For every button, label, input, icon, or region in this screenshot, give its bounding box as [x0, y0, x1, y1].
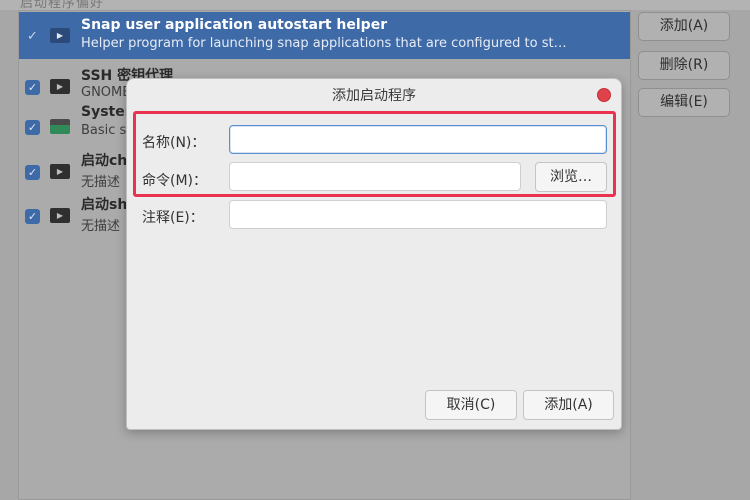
close-icon[interactable]: [597, 88, 611, 102]
edit-button[interactable]: 编辑(E): [638, 88, 730, 117]
list-item-name: Snap user application autostart helper: [81, 17, 388, 33]
check-icon[interactable]: ✓: [25, 29, 40, 44]
terminal-icon: ▶: [50, 28, 70, 43]
checkbox[interactable]: ✓: [25, 120, 40, 135]
cancel-button[interactable]: 取消(C): [425, 390, 517, 420]
add-startup-program-dialog: 添加启动程序 名称(N)： 命令(M)： 浏览… 注释(E)： 取消(C) 添加…: [126, 78, 622, 430]
comment-field[interactable]: [229, 200, 607, 229]
list-item-description: 无描述: [81, 175, 121, 190]
checkbox[interactable]: ✓: [25, 209, 40, 224]
checkbox[interactable]: ✓: [25, 165, 40, 180]
dialog-title: 添加启动程序: [332, 88, 416, 104]
checkbox[interactable]: ✓: [25, 80, 40, 95]
command-label: 命令(M)：: [142, 173, 208, 189]
add-confirm-button[interactable]: 添加(A): [523, 390, 614, 420]
list-item-description: Helper program for launching snap applic…: [81, 36, 567, 51]
terminal-icon: ▶: [50, 164, 70, 179]
terminal-icon: ▶: [50, 208, 70, 223]
browse-button[interactable]: 浏览…: [535, 162, 607, 192]
system-monitor-icon: [50, 119, 70, 134]
list-item-description: Basic s: [81, 123, 126, 138]
remove-button[interactable]: 删除(R): [638, 51, 730, 80]
window-header-strip: 启动程序偏好: [0, 0, 750, 11]
list-item-name: 启动sh: [81, 197, 128, 213]
list-item-description: GNOME: [81, 85, 126, 100]
list-item[interactable]: ✓ ▶ Snap user application autostart help…: [19, 12, 630, 59]
terminal-icon: ▶: [50, 79, 70, 94]
command-field[interactable]: [229, 162, 521, 191]
name-field[interactable]: [229, 125, 607, 154]
comment-label: 注释(E)：: [142, 210, 204, 226]
add-button[interactable]: 添加(A): [638, 12, 730, 41]
list-item-description: 无描述: [81, 219, 121, 234]
list-item-name: 启动ch: [81, 153, 128, 169]
name-label: 名称(N)：: [142, 135, 206, 151]
